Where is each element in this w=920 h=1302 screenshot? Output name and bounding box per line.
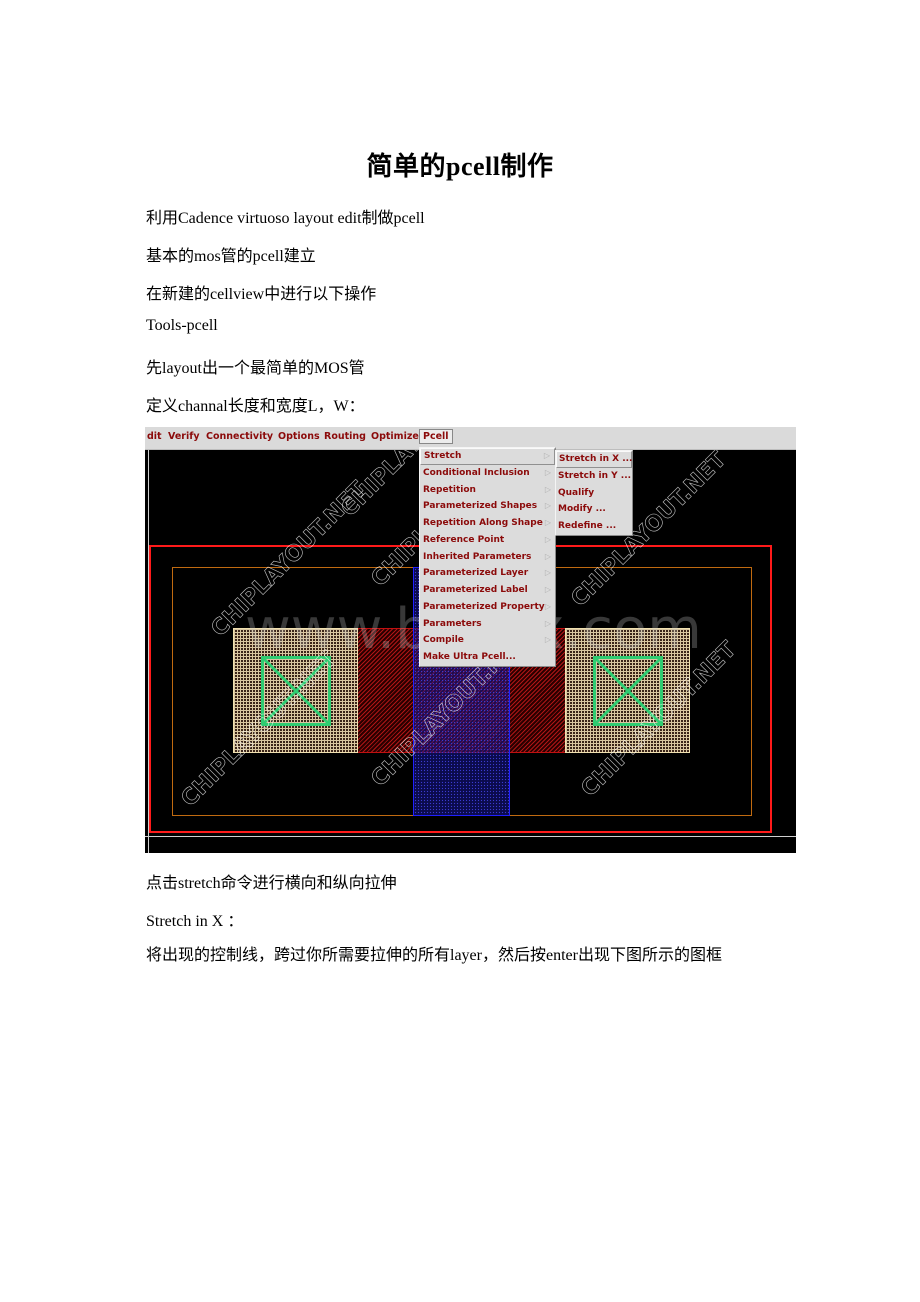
menu-item-compile[interactable]: Compile ▷ — [420, 632, 555, 649]
submenu-arrow-icon: ▷ — [544, 467, 551, 477]
submenu-item-modify[interactable]: Modify ... — [556, 501, 632, 518]
menu-edit[interactable]: dit — [147, 431, 162, 442]
menu-item-label: Parameters — [423, 618, 482, 629]
submenu-arrow-icon: ▷ — [544, 618, 551, 628]
submenu-arrow-icon: ▷ — [544, 534, 551, 544]
menu-item-label: Parameterized Property — [423, 601, 545, 612]
submenu-arrow-icon: ▷ — [544, 518, 551, 527]
source-contact — [233, 628, 358, 753]
menu-pcell[interactable]: Pcell — [419, 429, 453, 444]
pcell-menu: Stretch ▷ Conditional Inclusion ▷ Repetiti… — [419, 447, 556, 667]
paragraph: 在新建的cellview中进行以下操作 — [146, 286, 377, 303]
submenu-arrow-icon: ▷ — [544, 501, 551, 511]
menu-item-conditional-inclusion[interactable]: Conditional Inclusion ▷ — [420, 465, 555, 482]
menu-item-label: Stretch — [424, 451, 462, 461]
submenu-item-stretch-in-x[interactable]: Stretch in X ... — [556, 451, 632, 468]
menu-item-repetition[interactable]: Repetition ▷ — [420, 482, 555, 499]
submenu-arrow-icon: ▷ — [544, 601, 551, 611]
menu-item-label: Make Ultra Pcell... — [423, 652, 516, 662]
menu-item-label: Parameterized Label — [423, 585, 528, 595]
paragraph: 利用Cadence virtuoso layout edit制做pcell — [146, 210, 425, 227]
menu-optimize[interactable]: Optimize — [371, 431, 419, 442]
menu-item-label: Repetition Along Shape — [423, 518, 543, 528]
submenu-item-stretch-in-y[interactable]: Stretch in Y ... — [556, 468, 632, 485]
menu-item-parameterized-shapes[interactable]: Parameterized Shapes ▷ — [420, 498, 555, 515]
paragraph: Tools-pcell — [146, 317, 218, 334]
menu-item-make-ultra-pcell[interactable]: Make Ultra Pcell... — [420, 649, 555, 666]
menu-item-repetition-along-shape[interactable]: Repetition Along Shape ▷ — [420, 515, 555, 532]
menu-verify[interactable]: Verify — [168, 431, 200, 442]
submenu-arrow-icon: ▷ — [543, 451, 550, 460]
menu-routing[interactable]: Routing — [324, 431, 366, 442]
via-x-icon — [261, 656, 331, 726]
menu-item-parameterized-layer[interactable]: Parameterized Layer ▷ — [420, 565, 555, 582]
submenu-item-redefine[interactable]: Redefine ... — [556, 518, 632, 535]
menu-item-reference-point[interactable]: Reference Point ▷ — [420, 532, 555, 549]
document-title: 简单的pcell制作 — [366, 152, 554, 181]
menu-item-parameterized-property[interactable]: Parameterized Property ▷ — [420, 599, 555, 616]
menu-item-label: Inherited Parameters — [423, 551, 532, 562]
menu-item-label: Parameterized Layer — [423, 568, 529, 579]
submenu-arrow-icon: ▷ — [544, 551, 551, 561]
menu-item-label: Conditional Inclusion — [423, 467, 530, 478]
paragraph: 定义channal长度和宽度L，W： — [146, 398, 365, 415]
paragraph: 先layout出一个最简单的MOS管 — [146, 360, 365, 377]
submenu-item-qualify[interactable]: Qualify — [556, 485, 632, 502]
submenu-arrow-icon: ▷ — [544, 635, 551, 645]
menu-item-parameters[interactable]: Parameters ▷ — [420, 616, 555, 633]
paragraph: 将出现的控制线，跨过你所需要拉伸的所有layer，然后按enter出现下图所示的… — [146, 947, 722, 964]
drain-contact — [565, 628, 690, 753]
menu-item-label: Compile — [423, 635, 464, 646]
menu-connectivity[interactable]: Connectivity — [206, 431, 273, 442]
paragraph: 点击stretch命令进行横向和纵向拉伸 — [146, 875, 397, 892]
menu-item-label: Repetition — [423, 484, 476, 495]
submenu-arrow-icon: ▷ — [544, 484, 551, 494]
menu-item-parameterized-label[interactable]: Parameterized Label ▷ — [420, 582, 555, 599]
virtuoso-screenshot: www.bdocx.com CHIPLAYOUT.NET CHIPLAYOUT.… — [145, 427, 796, 853]
via-x-icon — [593, 656, 663, 726]
stretch-submenu: Stretch in X ... Stretch in Y ... Qualif… — [555, 450, 633, 536]
menu-item-label: Reference Point — [423, 534, 505, 545]
menu-item-stretch[interactable]: Stretch ▷ — [420, 448, 555, 465]
canvas-border-line — [145, 836, 796, 837]
paragraph: 基本的mos管的pcell建立 — [146, 248, 316, 265]
menu-item-inherited-parameters[interactable]: Inherited Parameters ▷ — [420, 549, 555, 566]
menu-item-label: Parameterized Shapes — [423, 501, 538, 512]
submenu-arrow-icon: ▷ — [544, 568, 551, 578]
submenu-arrow-icon: ▷ — [544, 585, 551, 594]
menu-options[interactable]: Options — [278, 431, 320, 442]
paragraph: Stretch in X ： — [146, 913, 244, 930]
